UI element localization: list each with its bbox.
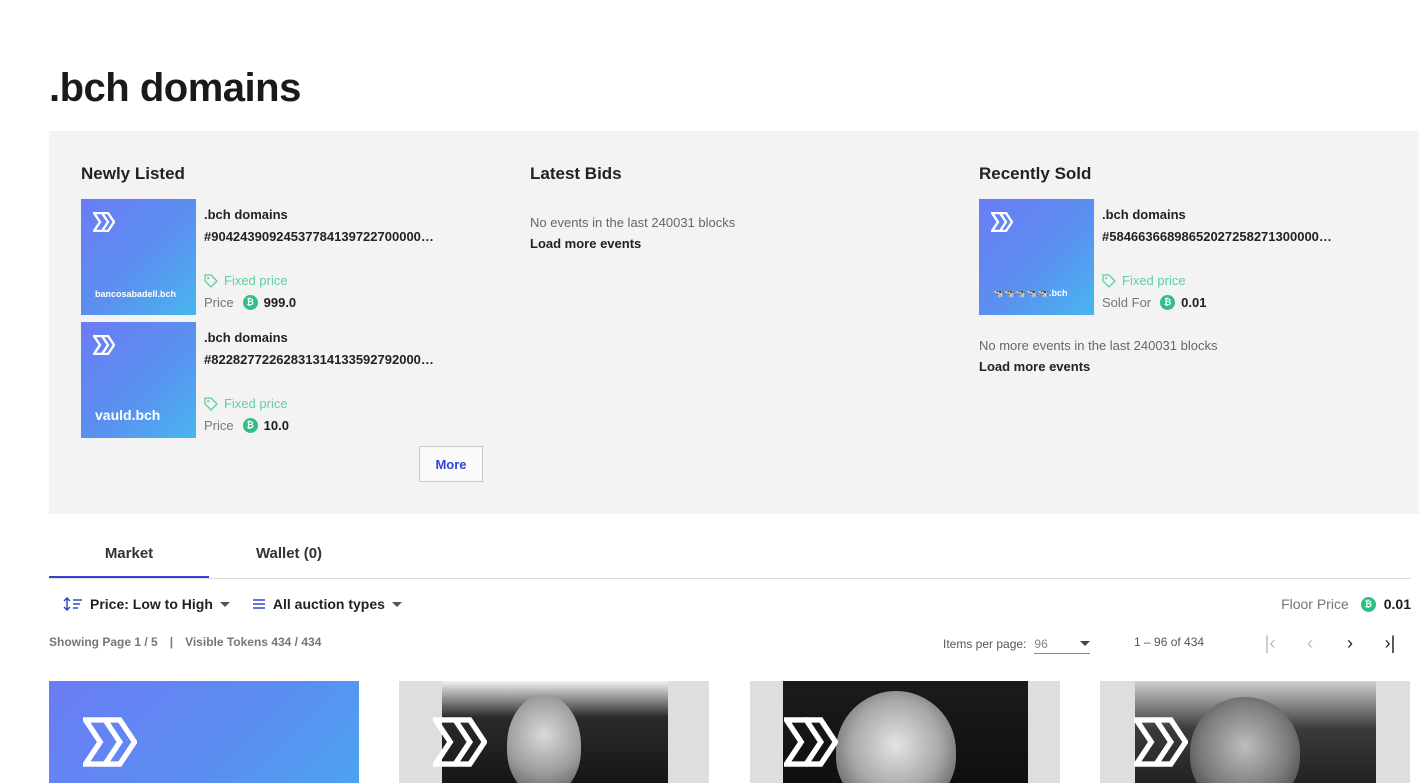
token-tile[interactable] <box>1100 681 1410 783</box>
token-id[interactable]: #90424390924537784139722700000000 <box>204 229 434 244</box>
items-per-page-value: 96 <box>1034 636 1048 651</box>
tag-icon <box>1102 273 1116 288</box>
items-per-page: Items per page: 96 <box>943 634 1091 654</box>
tag-icon <box>204 273 218 288</box>
bch-domains-logo-icon <box>93 335 115 355</box>
no-more-events-text: No more events in the last 240031 blocks <box>979 338 1218 353</box>
first-page-icon[interactable]: |‹ <box>1250 630 1290 656</box>
collection-name: .bch domains <box>204 330 288 345</box>
token-tile[interactable] <box>49 681 359 783</box>
chevron-down-icon <box>219 601 230 607</box>
sort-dropdown[interactable]: Price: Low to High <box>63 596 230 612</box>
collection-name: .bch domains <box>204 207 288 222</box>
listed-card[interactable]: vauld.bch .bch domains #8228277226283131… <box>81 322 461 438</box>
prev-page-icon[interactable]: ‹ <box>1290 630 1330 656</box>
bch-domains-logo-icon <box>93 212 115 232</box>
bch-domains-logo-icon <box>784 717 838 767</box>
chevron-down-icon <box>391 601 402 607</box>
price-value: 999.0 <box>263 295 297 310</box>
thumb-domain-name: vauld.bch <box>95 407 161 423</box>
bch-domains-logo-icon <box>991 212 1013 232</box>
sale-type: Fixed price <box>204 273 288 288</box>
token-thumbnail[interactable]: 🐄🐄🐄🐄🐄.bch <box>979 199 1094 315</box>
latest-bids-heading: Latest Bids <box>530 164 622 183</box>
tab-wallet[interactable]: Wallet (0) <box>209 536 369 578</box>
price-row: Sold For ₿ 0.01 <box>1102 295 1206 310</box>
collection-name: .bch domains <box>1102 207 1186 222</box>
token-tile[interactable] <box>399 681 709 783</box>
newly-listed-heading: Newly Listed <box>81 164 185 183</box>
sale-type-label: Fixed price <box>224 396 288 411</box>
items-per-page-label: Items per page: <box>943 637 1027 651</box>
thumb-domain-name: bancosabadell.bch <box>95 289 177 299</box>
activity-panel: Newly Listed bancosabadell.bch .bch doma… <box>49 131 1419 514</box>
filter-bar: Price: Low to High All auction types <box>63 596 402 612</box>
visible-tokens: Visible Tokens 434 / 434 <box>185 635 322 649</box>
price-value: 10.0 <box>263 418 289 433</box>
bch-coin-icon: ₿ <box>242 418 258 433</box>
no-events-text: No events in the last 240031 blocks <box>530 215 736 230</box>
tab-market[interactable]: Market <box>49 536 209 578</box>
price-row: Price ₿ 10.0 <box>204 418 289 433</box>
items-per-page-select[interactable]: 96 <box>1034 634 1091 654</box>
more-button[interactable]: More <box>419 446 483 482</box>
floor-price-value: 0.01 <box>1383 596 1411 612</box>
price-label: Sold For <box>1102 295 1152 310</box>
auction-type-label: All auction types <box>272 596 385 612</box>
listed-card[interactable]: bancosabadell.bch .bch domains #90424390… <box>81 199 461 315</box>
sort-icon <box>63 597 82 611</box>
bch-domains-logo-icon <box>83 717 137 767</box>
price-label: Price <box>204 295 234 310</box>
token-thumbnail[interactable]: vauld.bch <box>81 322 196 438</box>
last-page-icon[interactable]: ›| <box>1370 630 1410 656</box>
token-grid <box>49 681 1411 783</box>
sort-label: Price: Low to High <box>90 596 213 612</box>
bch-coin-icon: ₿ <box>242 295 258 310</box>
token-id[interactable]: #58466366898652027258271300000000 <box>1102 229 1332 244</box>
next-page-icon[interactable]: › <box>1330 630 1370 656</box>
separator: | <box>169 635 174 649</box>
item-range: 1 – 96 of 434 <box>1134 635 1205 649</box>
sold-card[interactable]: 🐄🐄🐄🐄🐄.bch .bch domains #5846636689865202… <box>979 199 1359 315</box>
filter-lines-icon <box>252 599 265 609</box>
bch-coin-icon: ₿ <box>1360 596 1376 612</box>
thumb-domain-name: 🐄🐄🐄🐄🐄.bch <box>993 288 1068 298</box>
pagination: |‹ ‹ › ›| <box>1250 630 1410 656</box>
token-tile[interactable] <box>750 681 1060 783</box>
price-label: Price <box>204 418 234 433</box>
auction-type-dropdown[interactable]: All auction types <box>252 596 402 612</box>
load-more-events-link[interactable]: Load more events <box>530 236 641 251</box>
floor-price: Floor Price ₿ 0.01 <box>1281 596 1411 612</box>
sale-type: Fixed price <box>204 396 288 411</box>
bch-coin-icon: ₿ <box>1160 295 1176 310</box>
price-value: 0.01 <box>1181 295 1207 310</box>
page-title: .bch domains <box>49 66 301 110</box>
chevron-down-icon <box>1080 641 1091 646</box>
price-row: Price ₿ 999.0 <box>204 295 296 310</box>
bch-domains-logo-icon <box>1134 717 1188 767</box>
recently-sold-heading: Recently Sold <box>979 164 1092 183</box>
page-summary: Showing Page 1 / 5 | Visible Tokens 434 / … <box>49 635 321 649</box>
market-tabs: Market Wallet (0) <box>49 536 1411 579</box>
bch-domains-logo-icon <box>433 717 487 767</box>
tag-icon <box>204 396 218 411</box>
floor-price-label: Floor Price <box>1281 596 1349 612</box>
showing-page: Showing Page 1 / 5 <box>49 635 158 649</box>
token-id[interactable]: #82282772262831314133592792000000 <box>204 352 434 367</box>
token-thumbnail[interactable]: bancosabadell.bch <box>81 199 196 315</box>
load-more-events-link[interactable]: Load more events <box>979 359 1090 374</box>
sale-type-label: Fixed price <box>1122 273 1186 288</box>
sale-type-label: Fixed price <box>224 273 288 288</box>
sale-type: Fixed price <box>1102 273 1186 288</box>
